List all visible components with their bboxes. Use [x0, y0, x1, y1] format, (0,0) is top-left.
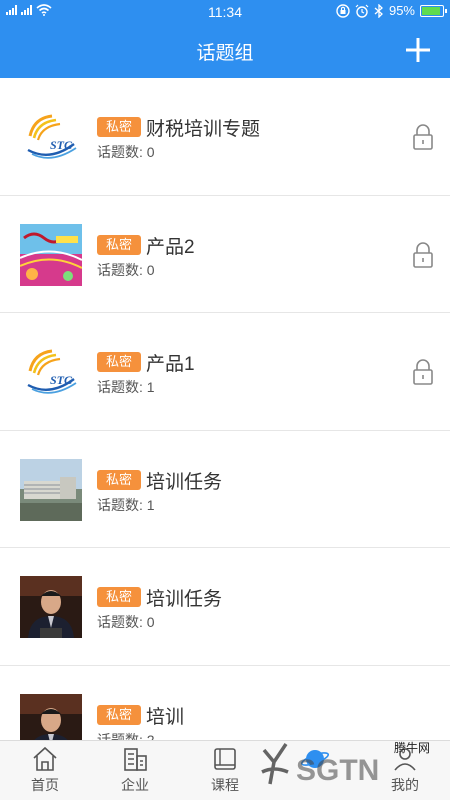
private-badge: 私密	[97, 587, 141, 607]
group-name: 产品2	[146, 236, 195, 258]
building-icon	[124, 748, 147, 771]
group-thumbnail	[20, 458, 82, 521]
page-title: 话题组	[196, 43, 254, 64]
group-name: 培训任务	[146, 589, 223, 610]
watermark-sub: 腾牛网	[394, 740, 430, 755]
group-thumbnail: STG	[20, 341, 82, 403]
stg-logo-image: STG	[20, 341, 82, 403]
battery-fill	[422, 6, 440, 15]
group-thumbnail	[20, 693, 82, 740]
alarm-icon	[355, 4, 369, 18]
bluetooth-icon	[374, 3, 383, 18]
book-icon	[214, 748, 236, 770]
lock-icon	[412, 358, 434, 386]
topic-count: 话题数: 0	[97, 614, 155, 630]
status-right: 95%	[336, 3, 447, 18]
tab-label: 企业	[121, 777, 149, 793]
group-name: 培训任务	[146, 471, 223, 493]
topic-count: 话题数: 0	[97, 144, 155, 160]
list-item[interactable]: 私密 培训任务话题数: 0	[0, 548, 450, 666]
battery-icon	[420, 4, 447, 17]
watermark-text: SGTN	[296, 754, 379, 787]
tab-label: 首页	[31, 777, 59, 793]
list-item[interactable]: STG 私密 产品1 话题数: 1	[0, 313, 450, 431]
building-photo	[20, 458, 82, 521]
private-badge: 私密	[97, 234, 141, 255]
nav-bar: 话题组	[0, 24, 450, 78]
tab-home[interactable]: 首页	[0, 741, 90, 800]
rotation-lock-icon	[336, 3, 350, 18]
battery-percent: 95%	[388, 3, 415, 18]
stg-logo-image: STG	[20, 106, 82, 168]
list-item[interactable]: 私密 培训话题数: 2	[0, 666, 450, 741]
group-name: 培训	[146, 706, 185, 728]
topic-group-list: STG 私密 财税培训专题 话题数: 0 私密 产品2 话题数: 0 STG 私密 产品1 话题数:…	[0, 78, 450, 740]
group-name: 财税培训专题	[146, 119, 261, 140]
private-badge: 私密	[97, 704, 141, 725]
private-badge: 私密	[97, 469, 141, 490]
group-thumbnail	[20, 576, 82, 638]
private-badge: 私密	[97, 117, 141, 137]
watermark-logo: SGTN 腾牛网	[261, 740, 430, 787]
list-item[interactable]: 私密 产品2 话题数: 0	[0, 196, 450, 313]
group-thumbnail: STG	[20, 106, 82, 168]
topic-count: 话题数: 1	[97, 496, 155, 513]
list-item[interactable]: 私密 培训任务话题数: 1	[0, 431, 450, 548]
group-name: 产品1	[146, 354, 195, 375]
lock-icon	[412, 241, 434, 269]
lock-icon	[412, 123, 434, 151]
stg-logo-text: STG	[50, 373, 73, 387]
topic-count: 话题数: 2	[97, 731, 155, 741]
tab-bar: 首页 企业 课程 我的 SGTN 腾牛网	[0, 740, 450, 800]
topic-count: 话题数: 1	[97, 379, 155, 395]
presenter-photo	[20, 693, 82, 740]
private-badge: 私密	[97, 352, 141, 372]
tab-enterprise[interactable]: 企业	[90, 741, 180, 800]
list-item[interactable]: STG 私密 财税培训专题话题数: 0	[0, 78, 450, 196]
banner-image	[20, 223, 82, 286]
home-icon	[33, 746, 57, 771]
group-thumbnail	[20, 223, 82, 286]
presenter-photo	[20, 576, 82, 638]
plus-icon[interactable]	[402, 34, 434, 66]
topic-count: 话题数: 0	[97, 261, 155, 278]
status-bar: 11:34 95%	[0, 0, 450, 24]
stg-logo-text: STG	[50, 138, 73, 152]
